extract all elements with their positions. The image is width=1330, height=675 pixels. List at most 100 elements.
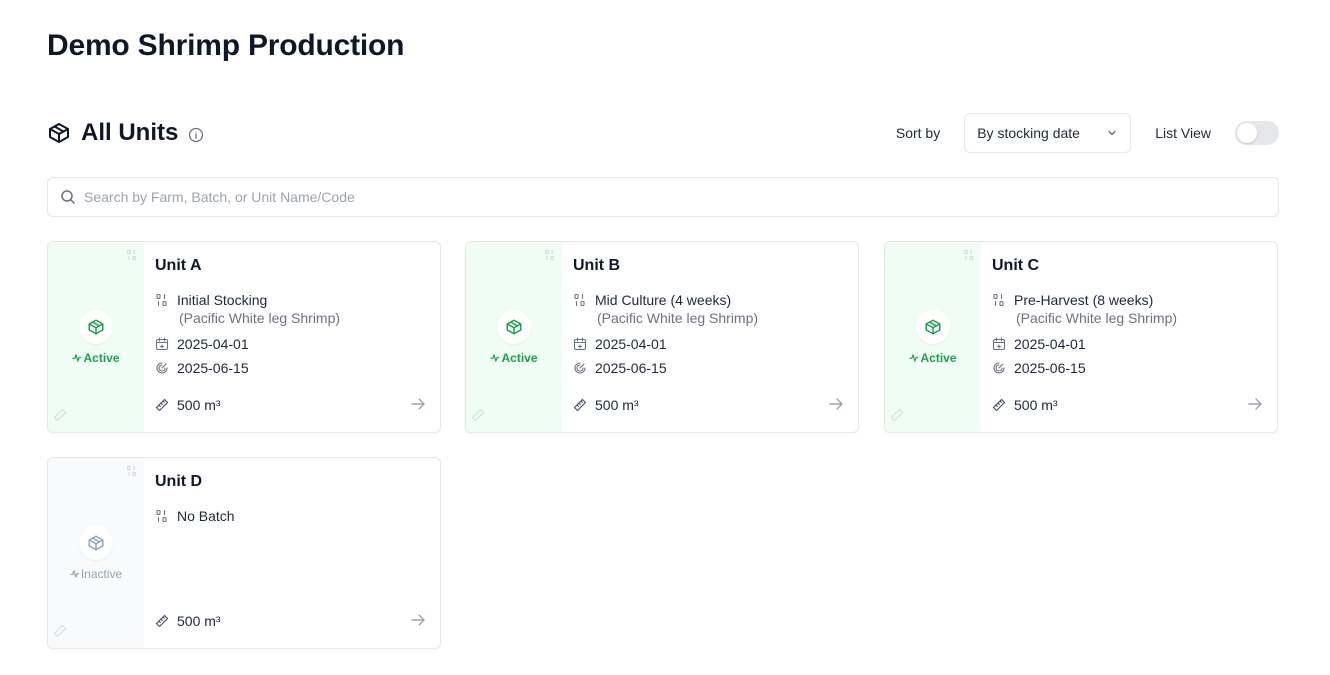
pulse-icon — [490, 353, 500, 362]
stocking-date-row: 2025-04-01 — [992, 334, 1265, 354]
batch-icon — [992, 293, 1006, 307]
species-label: (Pacific White leg Shrimp) — [1016, 310, 1178, 326]
status-badge: Active — [490, 350, 538, 365]
list-view-toggle[interactable] — [1235, 121, 1279, 145]
sort-select-value: By stocking date — [977, 125, 1080, 141]
unit-icon-circle — [916, 309, 950, 344]
page-title: Demo Shrimp Production — [47, 29, 405, 62]
unit-volume: 500 m³ — [595, 397, 639, 413]
batch-icon — [573, 293, 587, 307]
status-badge: Inactive — [70, 567, 122, 581]
harvest-date: 2025-06-15 — [1014, 360, 1086, 376]
batch-name: Initial Stocking — [177, 292, 268, 308]
arrow-right-icon[interactable] — [410, 396, 426, 412]
status-text: Inactive — [80, 566, 123, 581]
search-bar[interactable] — [47, 177, 1279, 217]
batch-icon — [155, 293, 169, 307]
package-icon — [87, 534, 105, 552]
species-label: (Pacific White leg Shrimp) — [597, 310, 759, 326]
unit-icon-circle — [497, 309, 531, 344]
unit-card[interactable]: Active Unit B Mid Culture (4 weeks) (Pac… — [465, 241, 859, 433]
calendar-icon — [992, 337, 1006, 351]
status-badge: Active — [72, 350, 120, 365]
status-text: Active — [83, 350, 120, 365]
harvest-target-icon — [992, 361, 1006, 375]
volume-row: 500 m³ — [992, 397, 1058, 413]
arrow-right-icon[interactable] — [828, 396, 844, 412]
ruler-icon — [573, 398, 587, 412]
ruler-icon — [890, 408, 904, 427]
harvest-target-icon — [573, 361, 587, 375]
harvest-date-row: 2025-06-15 — [573, 358, 846, 378]
unit-name: Unit A — [155, 257, 202, 274]
harvest-date: 2025-06-15 — [595, 360, 667, 376]
unit-card-body: Unit D No Batch 500 m³ — [144, 458, 440, 648]
sort-label: Sort by — [895, 125, 941, 141]
toggle-knob — [1237, 123, 1257, 143]
unit-status-panel: Active — [466, 242, 562, 432]
search-input[interactable] — [84, 189, 1266, 205]
volume-row: 500 m³ — [155, 397, 221, 413]
harvest-date: 2025-06-15 — [177, 360, 249, 376]
pulse-icon — [909, 353, 919, 362]
unit-status-panel: Active — [885, 242, 981, 432]
species-label: (Pacific White leg Shrimp) — [179, 310, 341, 326]
unit-name: Unit B — [573, 257, 621, 274]
chevron-down-icon — [1106, 127, 1118, 139]
ruler-icon — [992, 398, 1006, 412]
stocking-date: 2025-04-01 — [1014, 336, 1086, 352]
batch-icon — [963, 248, 975, 266]
section-title-group: All Units — [47, 119, 204, 147]
package-icon — [87, 318, 105, 336]
unit-card[interactable]: Active Unit A Initial Stocking (Pacific … — [47, 241, 441, 433]
batch-row: No Batch — [155, 506, 428, 526]
batch-name: Mid Culture (4 weeks) — [595, 292, 732, 308]
unit-volume: 500 m³ — [1014, 397, 1058, 413]
package-icon — [924, 318, 942, 336]
ruler-icon — [155, 398, 169, 412]
unit-volume: 500 m³ — [177, 397, 221, 413]
volume-row: 500 m³ — [573, 397, 639, 413]
harvest-date-row: 2025-06-15 — [155, 358, 428, 378]
harvest-date-row: 2025-06-15 — [992, 358, 1265, 378]
stocking-date: 2025-04-01 — [177, 336, 249, 352]
unit-volume: 500 m³ — [177, 613, 221, 629]
calendar-icon — [573, 337, 587, 351]
batch-name: Pre-Harvest (8 weeks) — [1014, 292, 1154, 308]
sort-select[interactable]: By stocking date — [964, 113, 1132, 153]
arrow-right-icon[interactable] — [410, 612, 426, 628]
units-section-header: All Units Sort by By stocking date List … — [47, 113, 1279, 153]
ruler-icon — [155, 614, 169, 628]
batch-icon — [155, 509, 169, 523]
pulse-icon — [72, 353, 82, 362]
batch-name: No Batch — [177, 508, 235, 524]
status-text: Active — [501, 350, 538, 365]
batch-row: Initial Stocking — [155, 290, 428, 310]
info-icon[interactable] — [188, 127, 204, 143]
package-icon — [47, 121, 71, 145]
ruler-icon — [53, 624, 67, 643]
list-view-label: List View — [1155, 125, 1211, 141]
unit-card[interactable]: Active Unit C Pre-Harvest (8 weeks) (Pac… — [884, 241, 1278, 433]
unit-status-panel: Inactive — [48, 458, 144, 648]
ruler-icon — [53, 408, 67, 427]
section-title: All Units — [81, 119, 179, 146]
status-text: Active — [920, 350, 957, 365]
batch-row: Pre-Harvest (8 weeks) — [992, 290, 1265, 310]
calendar-icon — [155, 337, 169, 351]
batch-icon — [126, 248, 138, 266]
unit-status-panel: Active — [48, 242, 144, 432]
batch-icon — [544, 248, 556, 266]
status-badge: Active — [909, 350, 957, 365]
unit-card-body: Unit C Pre-Harvest (8 weeks) (Pacific Wh… — [981, 242, 1277, 432]
stocking-date-row: 2025-04-01 — [573, 334, 846, 354]
unit-card[interactable]: Inactive Unit D No Batch 500 m³ — [47, 457, 441, 649]
package-icon — [505, 318, 523, 336]
harvest-target-icon — [155, 361, 169, 375]
unit-card-body: Unit B Mid Culture (4 weeks) (Pacific Wh… — [562, 242, 858, 432]
volume-row: 500 m³ — [155, 613, 221, 629]
pulse-icon — [70, 569, 79, 578]
search-icon — [60, 189, 76, 205]
stocking-date-row: 2025-04-01 — [155, 334, 428, 354]
arrow-right-icon[interactable] — [1247, 396, 1263, 412]
